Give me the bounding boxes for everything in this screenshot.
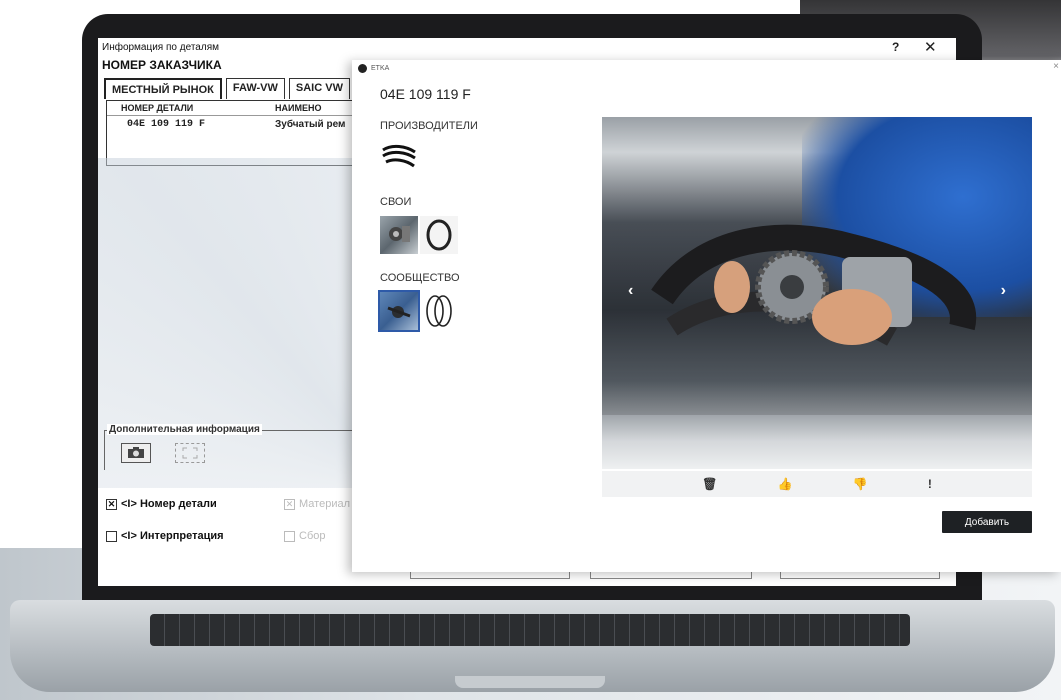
close-button[interactable]: ✕ xyxy=(924,38,937,56)
option-part-number[interactable]: ✕ <I> Номер детали xyxy=(106,498,217,510)
etka-titlebar: ETKA xyxy=(352,60,1061,76)
community-thumbs xyxy=(378,290,458,332)
option-label: <I> Интерпретация xyxy=(121,530,224,542)
thumbnail[interactable] xyxy=(380,138,418,176)
scan-icon xyxy=(182,447,198,459)
main-photo: ‹ › xyxy=(602,117,1032,469)
thumbs-down-icon[interactable]: 👎 xyxy=(853,477,868,491)
customer-number-label: НОМЕР ЗАКАЗЧИКА xyxy=(102,58,222,72)
thumbnail[interactable] xyxy=(380,216,418,254)
etka-image-window: ETKA × 04E 109 119 F ПРОИЗВОДИТЕЛИ СВОИ … xyxy=(352,60,1061,572)
option-interpretation[interactable]: <I> Интерпретация xyxy=(106,530,224,542)
parts-photo-icon xyxy=(389,226,410,242)
bottom-button-edge xyxy=(780,571,940,579)
option-label: <I> Номер детали xyxy=(121,498,217,510)
manufacturer-thumbs xyxy=(380,138,418,176)
window-title: Информация по деталям xyxy=(102,42,219,53)
thumbnail[interactable] xyxy=(420,292,458,330)
market-tabs: МЕСТНЫЙ РЫНОК FAW-VW SAIC VW xyxy=(104,78,350,99)
laptop-trackpad xyxy=(455,676,605,688)
tab-faw-vw[interactable]: FAW-VW xyxy=(225,78,285,99)
thumbnail[interactable] xyxy=(420,216,458,254)
report-icon[interactable]: ! xyxy=(928,477,932,491)
bottom-button-edge xyxy=(410,571,570,579)
thumbnail-selected[interactable] xyxy=(378,290,420,332)
bottom-button-edge xyxy=(590,571,752,579)
row-part-name: Зубчатый рем xyxy=(275,119,346,130)
option-label: Сбор xyxy=(299,530,326,542)
checkbox-empty-icon[interactable] xyxy=(106,530,117,542)
photo-action-bar: 🗑 👍 👎 ! xyxy=(602,471,1032,497)
own-thumbs xyxy=(380,216,458,254)
column-part-number: НОМЕР ДЕТАЛИ xyxy=(121,103,194,113)
globe-icon xyxy=(358,63,367,73)
tab-local-market[interactable]: МЕСТНЫЙ РЫНОК xyxy=(104,78,222,99)
checkbox-checked-icon[interactable]: ✕ xyxy=(284,498,295,510)
additional-info-group: Дополнительная информация xyxy=(104,424,354,470)
checkbox-checked-icon[interactable]: ✕ xyxy=(106,498,117,510)
camera-icon xyxy=(128,447,144,458)
part-number-title: 04E 109 119 F xyxy=(380,86,471,102)
section-own: СВОИ xyxy=(380,196,412,208)
mechanic-photo-icon xyxy=(387,306,411,318)
etka-close-button[interactable]: × xyxy=(1053,61,1059,72)
row-part-number: 04E 109 119 F xyxy=(127,119,206,130)
timing-belt-icon xyxy=(382,144,416,168)
additional-info-title: Дополнительная информация xyxy=(107,424,262,435)
scan-button[interactable] xyxy=(175,443,205,463)
laptop-keyboard xyxy=(150,614,910,646)
column-name: НАИМЕНО xyxy=(275,103,322,113)
prev-photo-arrow[interactable]: ‹ xyxy=(628,282,633,300)
add-button[interactable]: Добавить xyxy=(942,511,1032,533)
camera-button[interactable] xyxy=(121,443,151,463)
delete-icon[interactable]: 🗑 xyxy=(702,477,717,491)
option-label: Материал xyxy=(299,498,350,510)
etka-title: ETKA xyxy=(371,64,390,72)
timing-belt-photo-icon xyxy=(651,224,977,346)
belt-drawing-icon xyxy=(426,295,452,327)
belt-loop-icon xyxy=(426,219,452,251)
section-manufacturers: ПРОИЗВОДИТЕЛИ xyxy=(380,120,478,132)
thumbs-up-icon[interactable]: 👍 xyxy=(778,477,793,491)
next-photo-arrow[interactable]: › xyxy=(1001,282,1006,300)
section-community: СООБЩЕСТВО xyxy=(380,272,460,284)
checkbox-empty-icon[interactable] xyxy=(284,530,295,542)
help-button[interactable]: ? xyxy=(892,40,899,54)
tab-saic-vw[interactable]: SAIC VW xyxy=(288,78,350,99)
option-assembly[interactable]: Сбор xyxy=(284,530,325,542)
option-material[interactable]: ✕ Материал xyxy=(284,498,350,510)
